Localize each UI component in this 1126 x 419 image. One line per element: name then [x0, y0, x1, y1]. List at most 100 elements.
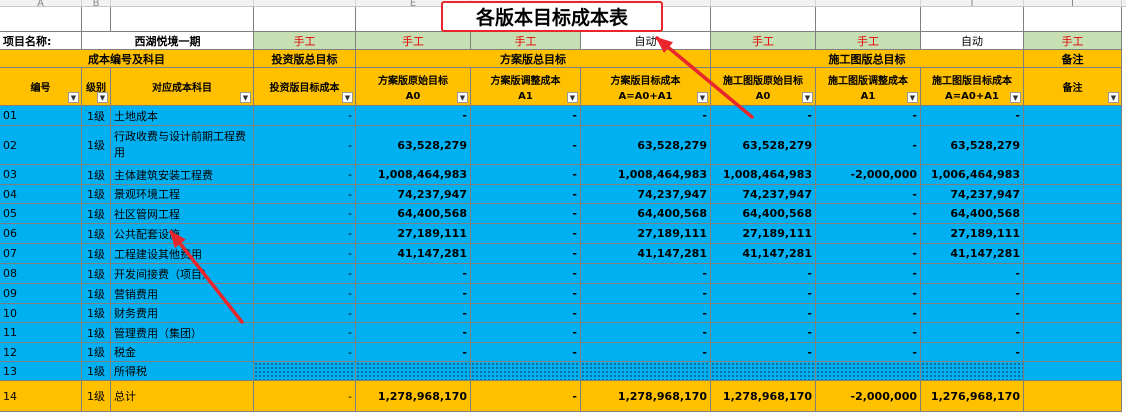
- table-cell-cons-target[interactable]: -: [921, 323, 1024, 343]
- filter-dropdown-button[interactable]: ▼: [68, 92, 79, 103]
- title-row-cell[interactable]: [254, 7, 356, 32]
- table-cell-note[interactable]: [1024, 304, 1122, 323]
- project-label[interactable]: 项目名称:: [0, 32, 82, 50]
- table-cell-invest[interactable]: -: [254, 106, 356, 126]
- table-cell-scheme-orig[interactable]: -: [356, 106, 471, 126]
- filter-dropdown-button[interactable]: ▼: [907, 92, 918, 103]
- table-cell-scheme-adj[interactable]: -: [471, 224, 581, 244]
- table-cell-cons-adj[interactable]: -: [816, 284, 921, 304]
- table-cell-invest[interactable]: [254, 362, 356, 381]
- table-cell-cons-orig[interactable]: -: [711, 323, 816, 343]
- mode-manual-cell[interactable]: 手工: [471, 32, 581, 50]
- filter-dropdown-button[interactable]: ▼: [567, 92, 578, 103]
- table-cell-note[interactable]: [1024, 106, 1122, 126]
- table-cell-code[interactable]: 02: [0, 126, 82, 165]
- table-cell-cons-target[interactable]: 74,237,947: [921, 185, 1024, 204]
- table-cell-level[interactable]: 1级: [82, 381, 111, 412]
- table-cell-scheme-orig[interactable]: -: [356, 304, 471, 323]
- table-cell-level[interactable]: 1级: [82, 284, 111, 304]
- table-cell-scheme-target[interactable]: 64,400,568: [581, 204, 711, 224]
- table-cell-cons-target[interactable]: -: [921, 343, 1024, 362]
- table-cell-cons-target[interactable]: 1,276,968,170: [921, 381, 1024, 412]
- table-cell-scheme-orig[interactable]: 41,147,281: [356, 244, 471, 264]
- column-header-invest-target[interactable]: 投资版目标成本: [254, 68, 356, 106]
- table-cell-invest[interactable]: -: [254, 185, 356, 204]
- table-cell-cons-target[interactable]: -: [921, 264, 1024, 284]
- table-cell-invest[interactable]: -: [254, 126, 356, 165]
- table-cell-code[interactable]: 05: [0, 204, 82, 224]
- table-cell-cons-orig[interactable]: 1,278,968,170: [711, 381, 816, 412]
- table-cell-code[interactable]: 12: [0, 343, 82, 362]
- table-cell-level[interactable]: 1级: [82, 165, 111, 185]
- table-cell-note[interactable]: [1024, 126, 1122, 165]
- table-cell-level[interactable]: 1级: [82, 244, 111, 264]
- table-cell-note[interactable]: [1024, 343, 1122, 362]
- table-cell-scheme-adj[interactable]: [471, 362, 581, 381]
- table-cell-scheme-target[interactable]: -: [581, 106, 711, 126]
- table-cell-level[interactable]: 1级: [82, 204, 111, 224]
- table-cell-cons-adj[interactable]: -: [816, 185, 921, 204]
- table-cell-scheme-adj[interactable]: -: [471, 284, 581, 304]
- column-letter-header[interactable]: A: [0, 0, 82, 7]
- table-cell-subject[interactable]: 土地成本: [111, 106, 254, 126]
- table-cell-scheme-orig[interactable]: -: [356, 284, 471, 304]
- group-header-code-subject[interactable]: 成本编号及科目: [0, 50, 254, 68]
- column-header-cons-adj[interactable]: 施工图版调整成本 A1: [816, 68, 921, 106]
- table-cell-note[interactable]: [1024, 284, 1122, 304]
- table-cell-note[interactable]: [1024, 362, 1122, 381]
- column-letter-header[interactable]: [816, 0, 921, 7]
- table-cell-subject[interactable]: 总计: [111, 381, 254, 412]
- mode-manual-cell[interactable]: 手工: [711, 32, 816, 50]
- table-cell-code[interactable]: 06: [0, 224, 82, 244]
- table-cell-subject[interactable]: 营销费用: [111, 284, 254, 304]
- table-cell-level[interactable]: 1级: [82, 126, 111, 165]
- table-cell-invest[interactable]: -: [254, 323, 356, 343]
- table-cell-scheme-orig[interactable]: [356, 362, 471, 381]
- table-cell-cons-target[interactable]: [921, 362, 1024, 381]
- column-letter-header[interactable]: B: [82, 0, 111, 7]
- column-letter-header[interactable]: [711, 0, 816, 7]
- filter-dropdown-button[interactable]: ▼: [457, 92, 468, 103]
- filter-dropdown-button[interactable]: ▼: [697, 92, 708, 103]
- column-header-scheme-orig[interactable]: 方案版原始目标 A0: [356, 68, 471, 106]
- table-cell-scheme-orig[interactable]: 63,528,279: [356, 126, 471, 165]
- table-cell-cons-orig[interactable]: -: [711, 343, 816, 362]
- group-header-construction[interactable]: 施工图版总目标: [711, 50, 1024, 68]
- spreadsheet-grid[interactable]: ABEIJK各版本目标成本表项目名称:西湖悦境一期手工手工手工自动手工手工自动手…: [0, 0, 1126, 419]
- filter-dropdown-button[interactable]: ▼: [240, 92, 251, 103]
- table-cell-scheme-target[interactable]: 41,147,281: [581, 244, 711, 264]
- table-cell-cons-orig[interactable]: 64,400,568: [711, 204, 816, 224]
- table-cell-invest[interactable]: -: [254, 284, 356, 304]
- column-letter-header[interactable]: K: [1122, 0, 1126, 7]
- table-cell-scheme-orig[interactable]: 1,008,464,983: [356, 165, 471, 185]
- table-cell-note[interactable]: [1024, 165, 1122, 185]
- table-cell-scheme-target[interactable]: 63,528,279: [581, 126, 711, 165]
- mode-manual-cell[interactable]: 手工: [254, 32, 356, 50]
- table-cell-cons-target[interactable]: 1,006,464,983: [921, 165, 1024, 185]
- filter-dropdown-button[interactable]: ▼: [97, 92, 108, 103]
- table-cell-scheme-target[interactable]: -: [581, 264, 711, 284]
- table-cell-scheme-orig[interactable]: 1,278,968,170: [356, 381, 471, 412]
- table-cell-scheme-target[interactable]: -: [581, 284, 711, 304]
- table-cell-subject[interactable]: 公共配套设施: [111, 224, 254, 244]
- table-cell-note[interactable]: [1024, 381, 1122, 412]
- table-cell-code[interactable]: 04: [0, 185, 82, 204]
- mode-manual-cell[interactable]: 手工: [1024, 32, 1122, 50]
- table-cell-subject[interactable]: 财务费用: [111, 304, 254, 323]
- table-cell-scheme-adj[interactable]: -: [471, 126, 581, 165]
- table-cell-level[interactable]: 1级: [82, 106, 111, 126]
- table-cell-scheme-adj[interactable]: -: [471, 381, 581, 412]
- table-cell-scheme-adj[interactable]: -: [471, 165, 581, 185]
- table-cell-invest[interactable]: -: [254, 264, 356, 284]
- table-cell-subject[interactable]: 所得税: [111, 362, 254, 381]
- table-cell-scheme-adj[interactable]: -: [471, 264, 581, 284]
- table-cell-cons-adj[interactable]: -: [816, 323, 921, 343]
- table-cell-code[interactable]: 03: [0, 165, 82, 185]
- table-cell-scheme-target[interactable]: 1,008,464,983: [581, 165, 711, 185]
- table-cell-code[interactable]: 07: [0, 244, 82, 264]
- table-cell-cons-orig[interactable]: 1,008,464,983: [711, 165, 816, 185]
- table-cell-subject[interactable]: 工程建设其他费用: [111, 244, 254, 264]
- table-cell-cons-orig[interactable]: 74,237,947: [711, 185, 816, 204]
- table-cell-scheme-adj[interactable]: -: [471, 244, 581, 264]
- table-cell-code[interactable]: 10: [0, 304, 82, 323]
